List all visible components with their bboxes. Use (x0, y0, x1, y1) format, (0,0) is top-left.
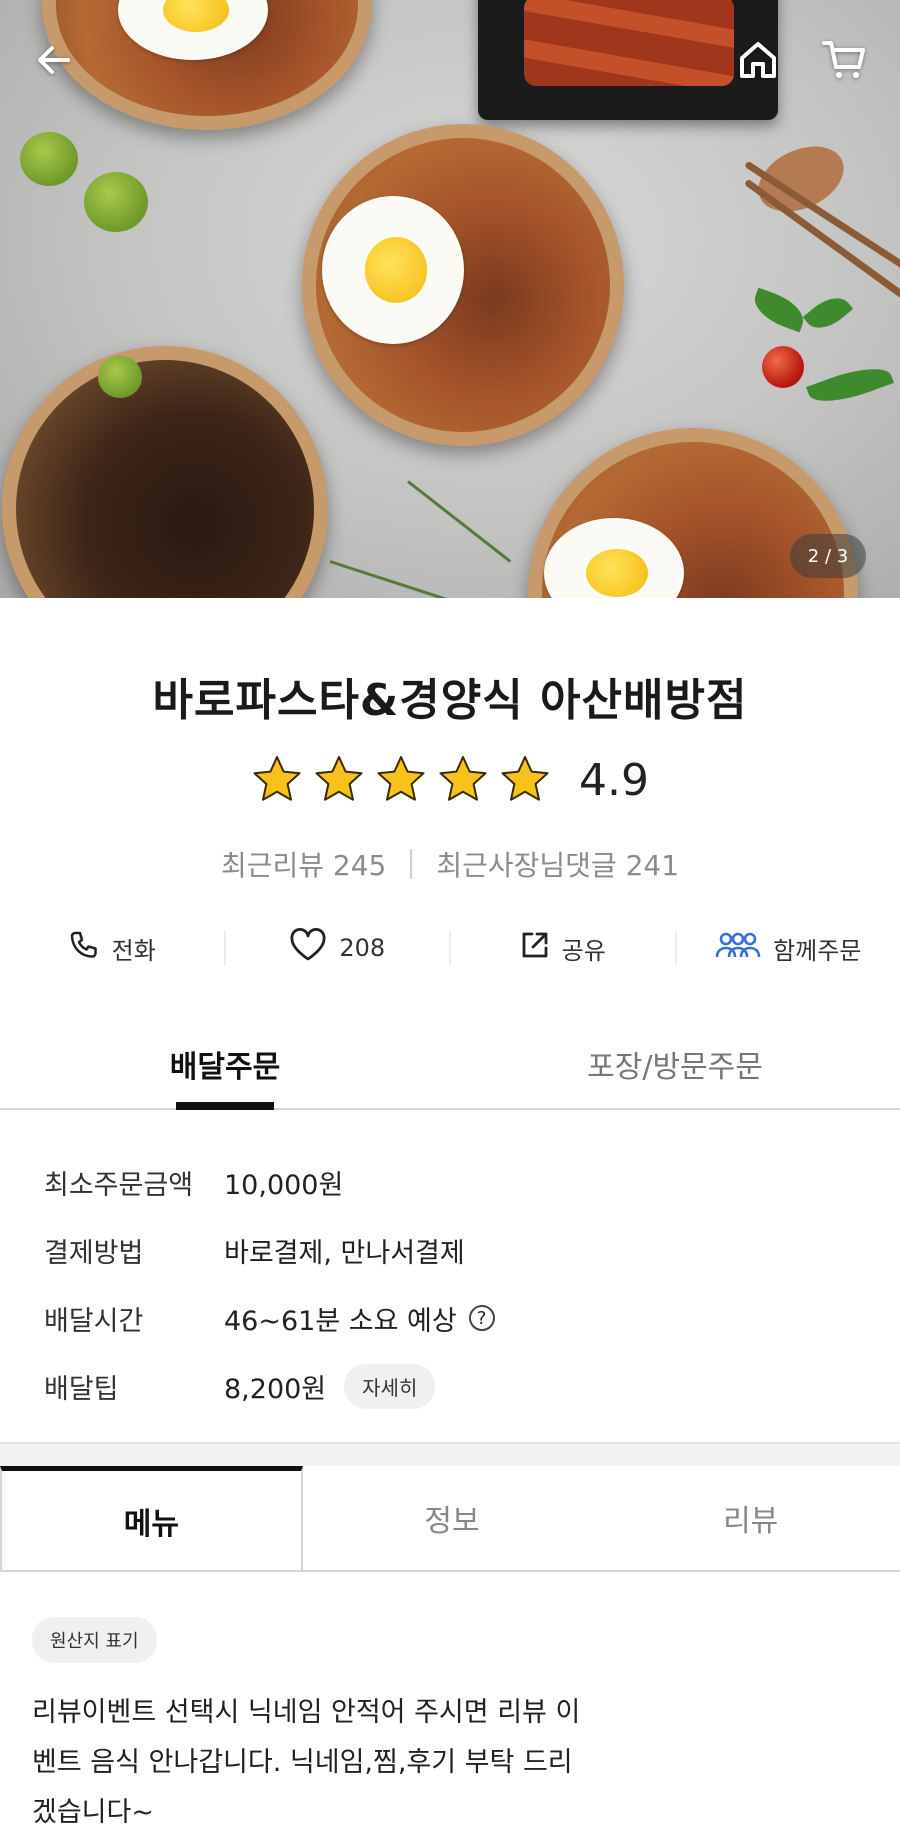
phone-icon (68, 929, 100, 967)
recent-reviews-link[interactable]: 최근리뷰 245 (221, 844, 386, 884)
home-button[interactable] (726, 30, 790, 94)
call-button[interactable]: 전화 (0, 929, 224, 967)
broccoli (98, 356, 142, 398)
call-label: 전화 (112, 931, 156, 966)
store-actions: 전화 208 공유 함께주문 (0, 922, 900, 974)
heart-icon (289, 928, 327, 968)
payment-value: 바로결제, 만나서결제 (224, 1231, 465, 1270)
tab-pickup-order[interactable]: 포장/방문주문 (450, 1020, 900, 1108)
leaf (806, 358, 894, 411)
delivery-time-value: 46~61분 소요 예상 (224, 1299, 457, 1338)
origin-label-button[interactable]: 원산지 표기 (32, 1617, 157, 1663)
leaf (749, 288, 809, 333)
tab-delivery-order[interactable]: 배달주문 (0, 1020, 450, 1108)
rosemary-sprig (407, 480, 511, 562)
group-order-label: 함께주문 (773, 931, 861, 966)
favorite-button[interactable]: 208 (226, 928, 450, 968)
star-icon (251, 754, 303, 806)
broccoli (84, 172, 148, 232)
food-bowl (2, 346, 328, 598)
delivery-time-row: 배달시간 46~61분 소요 예상 ? (44, 1284, 864, 1352)
delivery-tip-row: 배달팁 8,200원 자세히 (44, 1352, 864, 1420)
group-order-icon (715, 930, 761, 966)
delivery-info: 최소주문금액 10,000원 결제방법 바로결제, 만나서결제 배달시간 46~… (44, 1148, 864, 1420)
payment-label: 결제방법 (44, 1231, 224, 1270)
min-order-row: 최소주문금액 10,000원 (44, 1148, 864, 1216)
tab-label: 배달주문 (170, 1042, 280, 1108)
delivery-time-value-wrap: 46~61분 소요 예상 ? (224, 1299, 495, 1338)
home-icon (736, 38, 780, 86)
store-content-tabs: 메뉴 정보 리뷰 (0, 1466, 900, 1572)
share-button[interactable]: 공유 (451, 930, 675, 966)
back-button[interactable] (22, 30, 86, 94)
share-icon (520, 930, 550, 966)
rosemary-sprig (330, 560, 464, 598)
favorite-count: 208 (339, 934, 385, 962)
delivery-tip-value: 8,200원 (224, 1367, 326, 1406)
broccoli (20, 132, 78, 186)
help-icon[interactable]: ? (469, 1305, 495, 1331)
divider (410, 849, 412, 879)
payment-row: 결제방법 바로결제, 만나서결제 (44, 1216, 864, 1284)
share-label: 공유 (562, 931, 606, 966)
review-summary: 최근리뷰 245 최근사장님댓글 241 (0, 844, 900, 884)
star-icon (313, 754, 365, 806)
tip-detail-button[interactable]: 자세히 (344, 1364, 435, 1409)
owner-notice: 리뷰이벤트 선택시 닉네임 안적어 주시면 리뷰 이벤트 음식 안나갑니다. 닉… (32, 1688, 592, 1838)
arrow-left-icon (34, 40, 74, 84)
owner-replies-link[interactable]: 최근사장님댓글 241 (436, 844, 679, 884)
delivery-time-label: 배달시간 (44, 1299, 224, 1338)
fried-egg (322, 196, 464, 344)
min-order-value: 10,000원 (224, 1163, 343, 1202)
leaf (803, 289, 853, 337)
tab-menu[interactable]: 메뉴 (0, 1466, 303, 1570)
rating-value: 4.9 (579, 755, 649, 806)
group-order-button[interactable]: 함께주문 (677, 930, 900, 966)
store-name: 바로파스타&경양식 아산배방점 (0, 664, 900, 728)
rating-stars (251, 754, 551, 806)
tomato (762, 346, 804, 388)
delivery-tip-label: 배달팁 (44, 1367, 224, 1406)
delivery-tip-value-wrap: 8,200원 자세히 (224, 1364, 435, 1409)
star-icon (499, 754, 551, 806)
cart-icon (821, 37, 867, 87)
tab-reviews[interactable]: 리뷰 (601, 1466, 900, 1570)
image-page-indicator: 2 / 3 (790, 534, 866, 578)
tab-label: 포장/방문주문 (587, 1042, 763, 1108)
rating: 4.9 (0, 752, 900, 808)
cart-button[interactable] (812, 30, 876, 94)
order-type-tabs: 배달주문 포장/방문주문 (0, 1020, 900, 1110)
star-icon (437, 754, 489, 806)
tab-info[interactable]: 정보 (303, 1466, 602, 1570)
section-divider (0, 1442, 900, 1468)
star-icon (375, 754, 427, 806)
min-order-label: 최소주문금액 (44, 1163, 224, 1202)
